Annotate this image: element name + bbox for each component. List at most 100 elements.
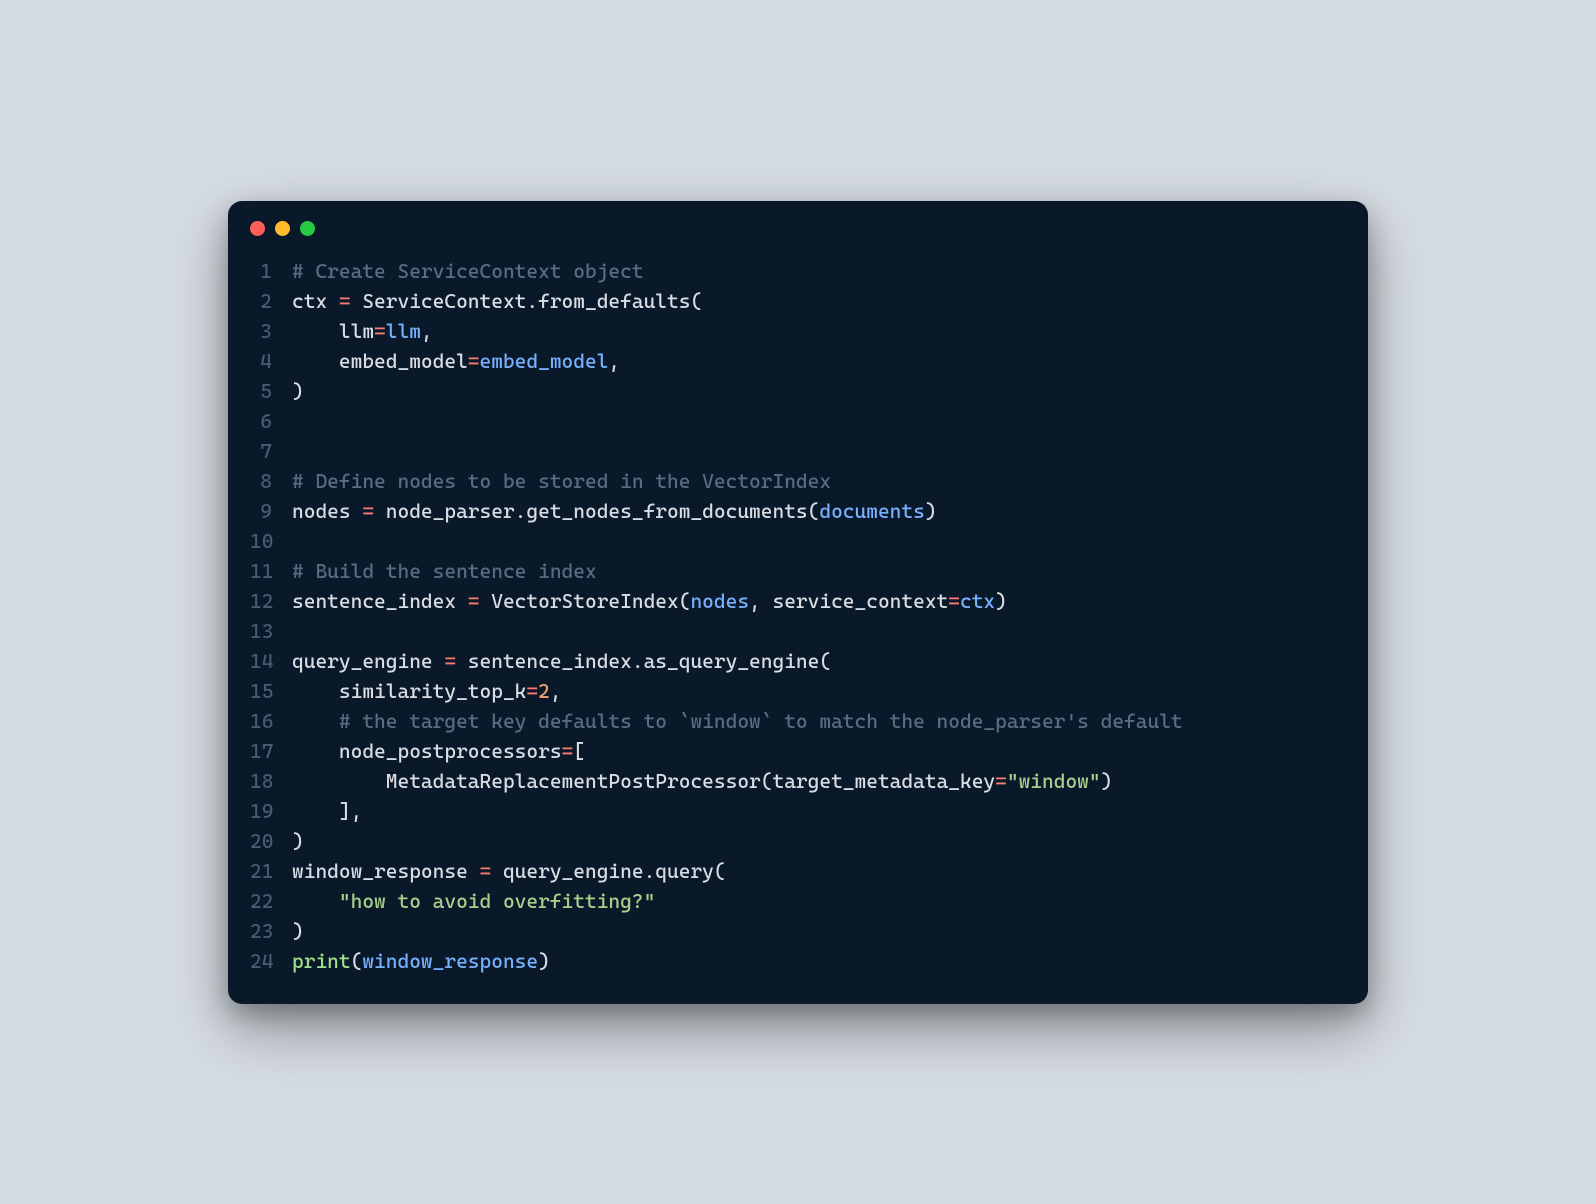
token-punct: ) <box>538 949 550 973</box>
token-punct: , <box>608 349 620 373</box>
line-content: "how to avoid overfitting?" <box>292 886 655 916</box>
token-str: "window" <box>1007 769 1101 793</box>
line-content: # Create ServiceContext object <box>292 256 644 286</box>
code-line[interactable]: 15 similarity_top_k=2, <box>250 676 1346 706</box>
token-punct: ) <box>1101 769 1113 793</box>
token-def: ServiceContext <box>351 289 527 313</box>
token-punct: ( <box>714 859 726 883</box>
token-def <box>292 799 339 823</box>
code-line[interactable]: 11# Build the sentence index <box>250 556 1346 586</box>
close-icon[interactable] <box>250 221 265 236</box>
token-punct: , <box>550 679 562 703</box>
code-line[interactable]: 1# Create ServiceContext object <box>250 256 1346 286</box>
line-content: window_response = query_engine.query( <box>292 856 726 886</box>
token-builtin: print <box>292 949 351 973</box>
token-def: query_engine <box>292 649 444 673</box>
code-line[interactable]: 20) <box>250 826 1346 856</box>
token-num: 2 <box>538 679 550 703</box>
line-content: query_engine = sentence_index.as_query_e… <box>292 646 831 676</box>
token-def: sentence_index <box>456 649 632 673</box>
token-op: = <box>468 589 480 613</box>
line-number: 2 <box>250 286 292 316</box>
code-line[interactable]: 3 llm=llm, <box>250 316 1346 346</box>
token-punct: , <box>749 589 772 613</box>
line-number: 15 <box>250 676 292 706</box>
code-line[interactable]: 8# Define nodes to be stored in the Vect… <box>250 466 1346 496</box>
code-line[interactable]: 24print(window_response) <box>250 946 1346 976</box>
code-line[interactable]: 12sentence_index = VectorStoreIndex(node… <box>250 586 1346 616</box>
token-attr: ctx <box>960 589 995 613</box>
line-content: # Build the sentence index <box>292 556 597 586</box>
line-number: 9 <box>250 496 292 526</box>
titlebar <box>228 201 1368 246</box>
code-line[interactable]: 21window_response = query_engine.query( <box>250 856 1346 886</box>
line-number: 16 <box>250 706 292 736</box>
line-number: 20 <box>250 826 292 856</box>
line-number: 24 <box>250 946 292 976</box>
token-attr: embed_model <box>480 349 609 373</box>
line-content: ) <box>292 826 304 856</box>
token-punct: ( <box>761 769 773 793</box>
line-number: 13 <box>250 616 292 646</box>
token-op: = <box>444 649 456 673</box>
line-number: 22 <box>250 886 292 916</box>
minimize-icon[interactable] <box>275 221 290 236</box>
line-number: 7 <box>250 436 292 466</box>
zoom-icon[interactable] <box>300 221 315 236</box>
token-def: nodes <box>292 499 362 523</box>
token-comment: # Create ServiceContext object <box>292 259 644 283</box>
line-content: MetadataReplacementPostProcessor(target_… <box>292 766 1112 796</box>
code-line[interactable]: 14query_engine = sentence_index.as_query… <box>250 646 1346 676</box>
token-attr: window_response <box>362 949 538 973</box>
token-comment: # the target key defaults to `window` to… <box>339 709 1183 733</box>
line-content: ], <box>292 796 362 826</box>
line-number: 18 <box>250 766 292 796</box>
token-attr: nodes <box>690 589 749 613</box>
token-punct: . <box>644 859 656 883</box>
token-comment: # Define nodes to be stored in the Vecto… <box>292 469 831 493</box>
line-number: 3 <box>250 316 292 346</box>
code-line[interactable]: 23) <box>250 916 1346 946</box>
line-number: 19 <box>250 796 292 826</box>
token-punct: ) <box>292 919 304 943</box>
code-editor[interactable]: 1# Create ServiceContext object2ctx = Se… <box>228 246 1368 976</box>
token-func: from_defaults <box>538 289 690 313</box>
token-def: window_response <box>292 859 480 883</box>
token-punct: ) <box>925 499 937 523</box>
code-line[interactable]: 22 "how to avoid overfitting?" <box>250 886 1346 916</box>
code-line[interactable]: 7 <box>250 436 1346 466</box>
line-number: 23 <box>250 916 292 946</box>
token-func: as_query_engine <box>644 649 820 673</box>
token-op: = <box>526 679 538 703</box>
code-line[interactable]: 13 <box>250 616 1346 646</box>
line-number: 21 <box>250 856 292 886</box>
code-line[interactable]: 18 MetadataReplacementPostProcessor(targ… <box>250 766 1346 796</box>
token-punct: , <box>421 319 433 343</box>
token-punct: ( <box>690 289 702 313</box>
code-line[interactable]: 9nodes = node_parser.get_nodes_from_docu… <box>250 496 1346 526</box>
line-number: 6 <box>250 406 292 436</box>
code-line[interactable]: 16 # the target key defaults to `window`… <box>250 706 1346 736</box>
line-content: embed_model=embed_model, <box>292 346 620 376</box>
code-line[interactable]: 10 <box>250 526 1346 556</box>
line-content: ctx = ServiceContext.from_defaults( <box>292 286 702 316</box>
token-def: target_metadata_key <box>772 769 995 793</box>
token-punct: ( <box>679 589 691 613</box>
code-line[interactable]: 19 ], <box>250 796 1346 826</box>
code-line[interactable]: 6 <box>250 406 1346 436</box>
code-line[interactable]: 17 node_postprocessors=[ <box>250 736 1346 766</box>
line-number: 5 <box>250 376 292 406</box>
token-func: get_nodes_from_documents <box>526 499 807 523</box>
code-line[interactable]: 2ctx = ServiceContext.from_defaults( <box>250 286 1346 316</box>
code-line[interactable]: 5) <box>250 376 1346 406</box>
line-content: # Define nodes to be stored in the Vecto… <box>292 466 831 496</box>
token-punct: ], <box>339 799 362 823</box>
token-attr: llm <box>386 319 421 343</box>
token-def: ctx <box>292 289 339 313</box>
token-def: VectorStoreIndex <box>480 589 679 613</box>
code-line[interactable]: 4 embed_model=embed_model, <box>250 346 1346 376</box>
token-op: = <box>562 739 574 763</box>
line-number: 14 <box>250 646 292 676</box>
token-op: = <box>995 769 1007 793</box>
token-punct: ) <box>995 589 1007 613</box>
